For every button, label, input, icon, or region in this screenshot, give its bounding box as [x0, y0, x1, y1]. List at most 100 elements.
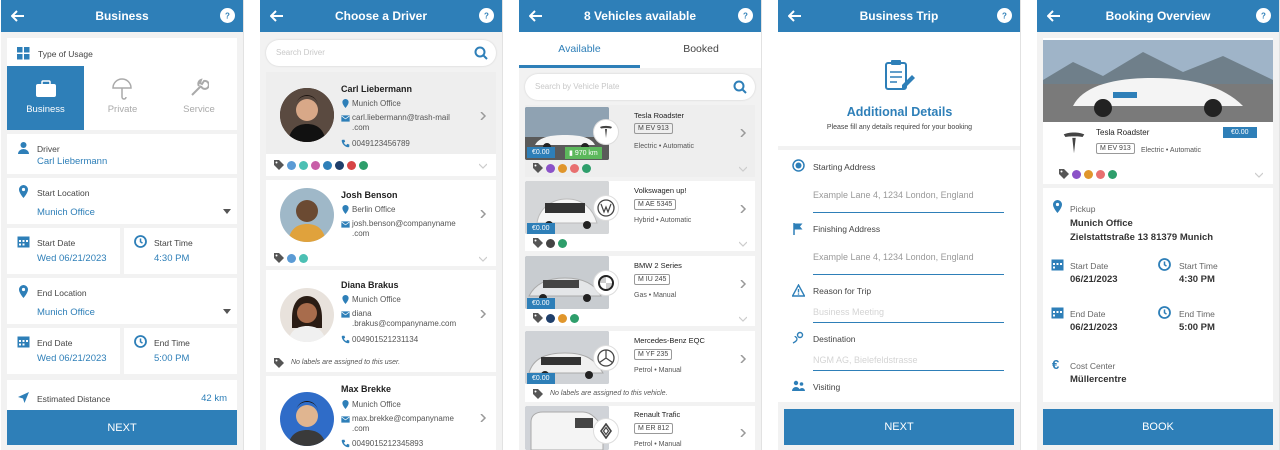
usage-option-private[interactable]: Private [84, 66, 161, 130]
help-icon[interactable]: ? [738, 8, 753, 23]
usage-option-business[interactable]: Business [7, 66, 84, 130]
tab-available[interactable]: Available [519, 43, 640, 55]
vehicle-plate: M EV 913 [634, 123, 673, 134]
search-icon[interactable] [733, 80, 747, 94]
screen-business: Business ? Type of Usage Business Privat… [1, 0, 244, 450]
starting-address-input[interactable]: Example Lane 4, 1234 London, England [813, 190, 974, 200]
driver-email-line2: .com [352, 123, 370, 132]
vehicle-range: ▮ 970 km [565, 147, 602, 159]
start-time-field[interactable]: Start Time 4:30 PM [124, 228, 237, 274]
tag-icon [1059, 169, 1069, 179]
label-dot [558, 313, 567, 323]
starting-address-underline [813, 212, 1004, 213]
email-icon [341, 416, 350, 423]
help-icon[interactable]: ? [479, 8, 494, 23]
book-button[interactable]: BOOK [1043, 409, 1273, 445]
end-date-label: End Date [37, 338, 73, 348]
back-arrow-icon[interactable] [527, 7, 545, 25]
driver-field[interactable]: Driver Carl Liebermann [7, 134, 237, 174]
next-button[interactable]: NEXT [784, 409, 1014, 445]
driver-office: Berlin Office [352, 205, 396, 214]
type-of-usage-label: Type of Usage [38, 49, 93, 59]
label-dot [359, 160, 368, 170]
vehicle-plate: M EV 913 [1096, 143, 1135, 154]
label-dot [558, 163, 567, 173]
vehicle-name: BMW 2 Series [634, 261, 682, 270]
driver-list-item[interactable]: Josh Benson Berlin Office josh.benson@co… [266, 180, 496, 266]
tab-booked[interactable]: Booked [640, 43, 761, 55]
start-date-value: 06/21/2023 [1070, 274, 1118, 285]
vehicle-list-item[interactable]: €0.00 ▮ 970 km Tesla Roadster M EV 913 E… [525, 105, 755, 177]
finishing-address-input[interactable]: Example Lane 4, 1234 London, England [813, 252, 974, 262]
vehicle-price: €0.00 [527, 373, 555, 384]
back-arrow-icon[interactable] [268, 7, 286, 25]
vehicle-list-item[interactable]: €0.00 BMW 2 Series M IU 245 Gas • Manual [525, 256, 755, 326]
driver-list-item[interactable]: Carl Liebermann Munich Office carl.liebe… [266, 72, 496, 176]
back-arrow-icon[interactable] [1045, 7, 1063, 25]
vehicle-list-item[interactable]: €0.00 Mercedes-Benz EQC M YF 235 Petrol … [525, 331, 755, 402]
starting-address-label: Starting Address [813, 162, 876, 172]
distance-label: Estimated Distance [37, 394, 111, 404]
chevron-down-icon[interactable] [739, 240, 747, 248]
vehicle-labels [533, 163, 591, 173]
location-pin-icon [342, 400, 349, 409]
end-location-field[interactable]: End Location Munich Office [7, 278, 237, 324]
chevron-down-icon[interactable] [1255, 171, 1263, 179]
label-dot [546, 163, 555, 173]
end-time-label: End Time [1179, 309, 1215, 319]
tesla-logo-icon [593, 119, 619, 145]
help-icon[interactable]: ? [1256, 8, 1271, 23]
vehicle-name: Tesla Roadster [634, 111, 685, 120]
search-placeholder: Search Driver [276, 48, 325, 57]
driver-office: Munich Office [352, 400, 401, 409]
label-dot [311, 160, 320, 170]
calendar-icon [1051, 307, 1064, 319]
end-date-label: End Date [1070, 309, 1106, 319]
next-button[interactable]: NEXT [7, 410, 237, 445]
help-icon[interactable]: ? [997, 8, 1012, 23]
driver-office: Munich Office [352, 99, 401, 108]
reason-input[interactable]: Business Meeting [813, 307, 884, 317]
start-date-field[interactable]: Start Date Wed 06/21/2023 [7, 228, 120, 274]
vehicle-list-item[interactable]: €0.00 Volkswagen up! M AE 5345 Hybrid • … [525, 181, 755, 251]
vehicle-type: Hybrid • Automatic [634, 217, 692, 224]
back-arrow-icon[interactable] [786, 7, 804, 25]
usage-option-service[interactable]: Service [161, 66, 237, 130]
label-dot [287, 253, 296, 263]
driver-search-input[interactable]: Search Driver [266, 40, 496, 66]
chevron-down-icon[interactable] [479, 255, 487, 263]
chevron-down-icon[interactable] [479, 162, 487, 170]
calendar-icon [17, 236, 30, 248]
page-title: Booking Overview [1105, 9, 1211, 23]
briefcase-icon [36, 80, 56, 97]
search-icon[interactable] [474, 46, 488, 60]
svg-text:?: ? [1261, 12, 1266, 21]
end-date-field[interactable]: End Date Wed 06/21/2023 [7, 328, 120, 374]
end-time-field[interactable]: End Time 5:00 PM [124, 328, 237, 374]
back-arrow-icon[interactable] [9, 7, 27, 25]
vehicle-search-input[interactable]: Search by Vehicle Plate [525, 74, 755, 100]
chevron-down-icon[interactable] [739, 165, 747, 173]
tesla-logo-icon [1057, 126, 1091, 160]
driver-email-line2: .brakus@companyname.com [352, 319, 457, 328]
destination-icon [792, 331, 804, 344]
vehicle-type: Petrol • Manual [634, 441, 682, 448]
start-location-field[interactable]: Start Location Munich Office [7, 178, 237, 224]
chevron-right-icon [740, 205, 747, 213]
chevron-down-icon[interactable] [739, 315, 747, 323]
label-dot [1084, 169, 1093, 179]
destination-input[interactable]: NGM AG, Bielefeldstrasse [813, 355, 918, 365]
screen-choose-driver: Choose a Driver ? Search Driver Carl Lie… [260, 0, 503, 450]
start-date-value: Wed 06/21/2023 [37, 253, 107, 264]
driver-email-line2: .com [352, 229, 370, 238]
label-dot [323, 160, 332, 170]
distance-value: 42 km [201, 393, 227, 404]
dropdown-caret-icon [223, 209, 231, 214]
vehicle-list-item[interactable]: Renault Trafic M ER 812 Petrol • Manual [525, 406, 755, 450]
help-icon[interactable]: ? [220, 8, 235, 23]
driver-list-item[interactable]: Max Brekke Munich Office max.brekke@comp… [266, 376, 496, 450]
range-value: 970 km [574, 150, 598, 157]
driver-list-item[interactable]: Diana Brakus Munich Office diana .brakus… [266, 270, 496, 372]
chevron-right-icon [740, 129, 747, 137]
tag-icon [274, 358, 284, 368]
